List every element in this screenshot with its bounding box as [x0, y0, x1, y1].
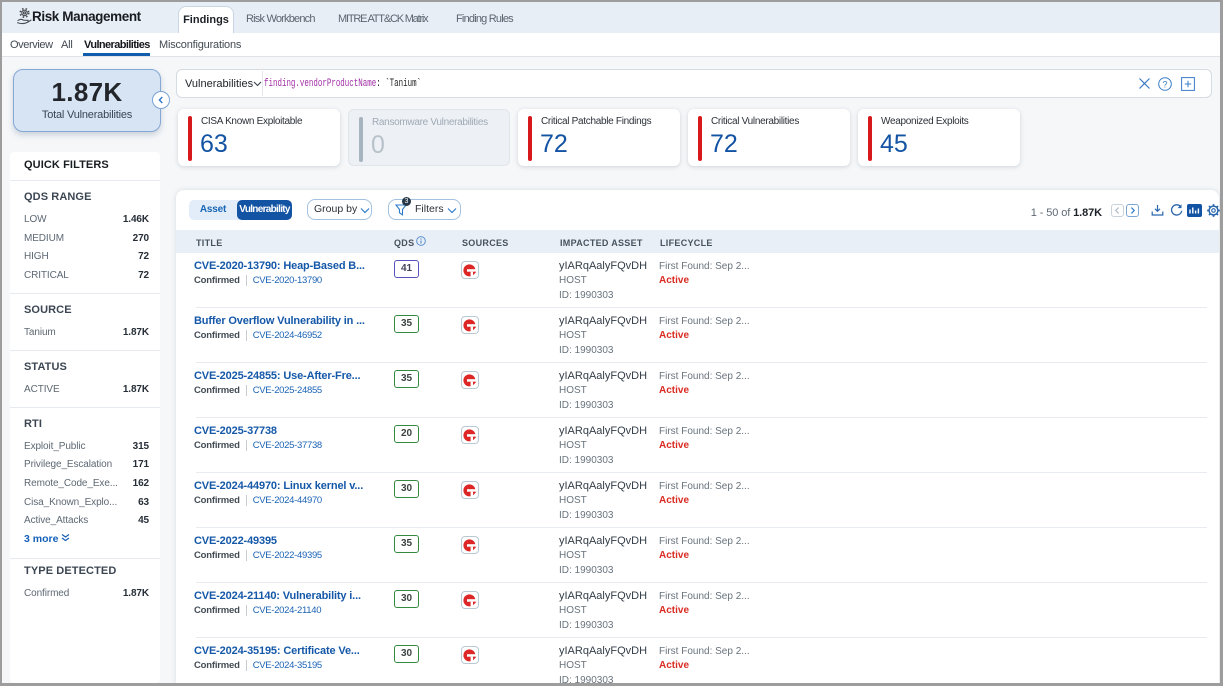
svg-text:?: ?: [1162, 79, 1167, 89]
